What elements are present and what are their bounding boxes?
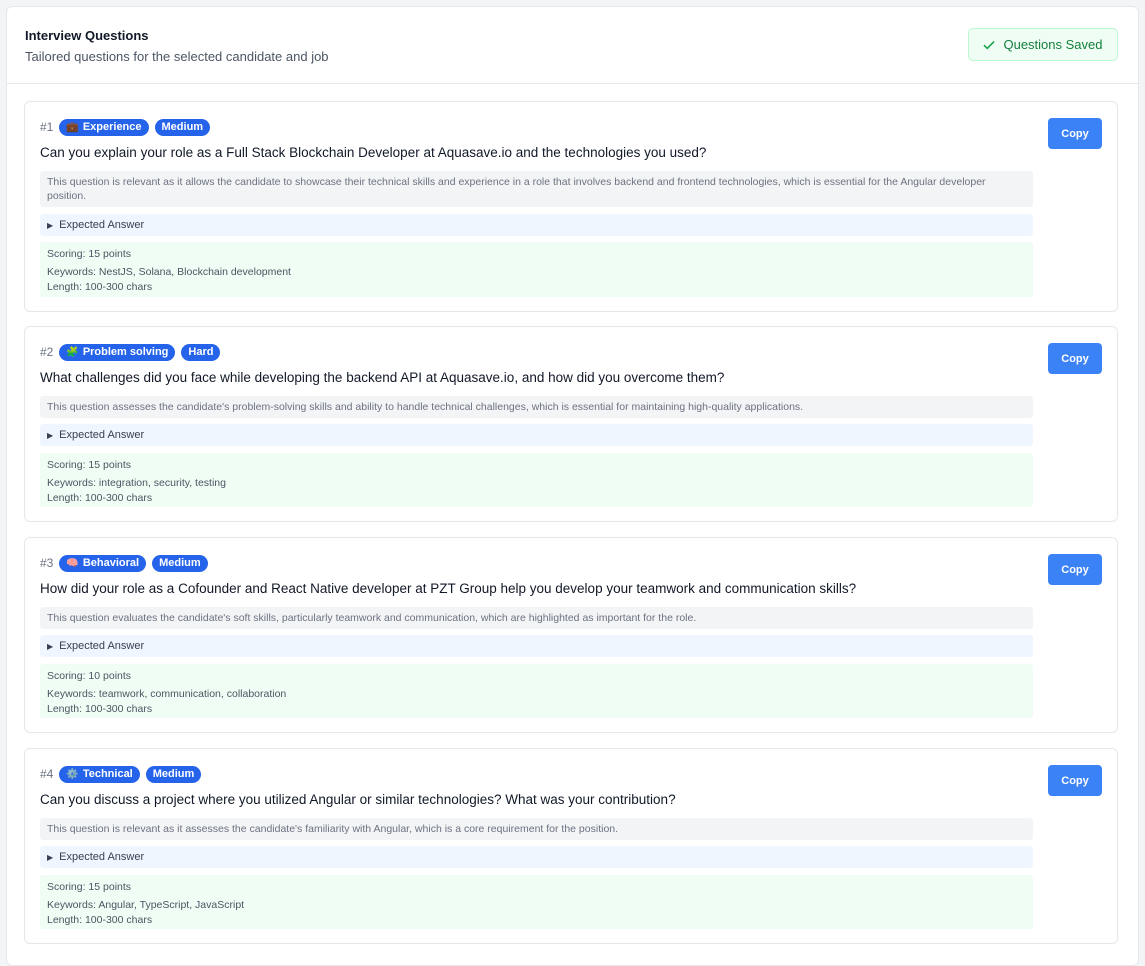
question-meta: #1 💼 Experience Medium <box>40 118 211 136</box>
scoring-length: Length: 100-300 chars <box>47 281 153 293</box>
panel-header: Interview Questions Tailored questions f… <box>7 7 1138 84</box>
expected-answer-label: Expected Answer <box>59 429 145 441</box>
difficulty-badge: Medium <box>154 118 211 136</box>
question-number: #3 <box>40 556 54 570</box>
caret-right-icon: ▶ <box>47 430 54 440</box>
caret-right-icon: ▶ <box>47 220 54 230</box>
scoring-keywords: Keywords: integration, security, testing <box>47 477 226 489</box>
question-rationale: This question is relevant as it assesses… <box>40 818 1033 840</box>
gear-icon: ⚙️ <box>66 768 79 780</box>
difficulty-badge: Medium <box>152 554 208 572</box>
copy-button[interactable]: Copy <box>1048 118 1102 149</box>
question-rationale: This question assesses the candidate's p… <box>40 396 1033 418</box>
copy-button[interactable]: Copy <box>1048 343 1102 374</box>
scoring-keywords: Keywords: NestJS, Solana, Blockchain dev… <box>47 266 291 278</box>
brain-icon: 🧠 <box>66 557 79 569</box>
question-text: How did your role as a Cofounder and Rea… <box>40 581 857 596</box>
question-meta: #2 🧩 Problem solving Hard <box>40 343 221 361</box>
scoring-points: Scoring: 15 points <box>47 248 132 260</box>
category-badge: 🧩 Problem solving <box>59 343 176 361</box>
copy-button[interactable]: Copy <box>1048 765 1102 796</box>
category-badge: ⚙️ Technical <box>59 765 140 783</box>
scoring-length: Length: 100-300 chars <box>47 703 153 715</box>
check-icon <box>983 40 996 50</box>
expected-answer-toggle[interactable]: ▶ Expected Answer <box>40 635 1033 657</box>
expected-answer-label: Expected Answer <box>59 219 145 231</box>
saved-label: Questions Saved <box>1003 37 1103 52</box>
expected-answer-label: Expected Answer <box>59 851 145 863</box>
scoring-points: Scoring: 15 points <box>47 881 132 893</box>
question-rationale: This question is relevant as it allows t… <box>40 171 1033 207</box>
caret-right-icon: ▶ <box>47 641 54 651</box>
question-card: #2 🧩 Problem solving Hard What challenges… <box>24 326 1118 522</box>
scoring-box: Scoring: 15 points Keywords: Angular, Ty… <box>40 875 1033 929</box>
copy-button[interactable]: Copy <box>1048 554 1102 585</box>
scoring-keywords: Keywords: Angular, TypeScript, JavaScrip… <box>47 899 245 911</box>
question-card: #4 ⚙️ Technical Medium Can you discuss a … <box>24 748 1118 944</box>
question-meta: #4 ⚙️ Technical Medium <box>40 765 202 783</box>
expected-answer-toggle[interactable]: ▶ Expected Answer <box>40 214 1033 236</box>
question-meta: #3 🧠 Behavioral Medium <box>40 554 208 572</box>
scoring-points: Scoring: 15 points <box>47 459 132 471</box>
difficulty-badge: Medium <box>145 765 202 783</box>
page-subtitle: Tailored questions for the selected cand… <box>25 49 329 64</box>
question-text: Can you discuss a project where you util… <box>40 792 676 807</box>
caret-right-icon: ▶ <box>47 852 54 862</box>
briefcase-icon: 💼 <box>66 121 79 133</box>
scoring-box: Scoring: 15 points Keywords: integration… <box>40 453 1033 507</box>
category-badge: 🧠 Behavioral <box>59 554 147 572</box>
puzzle-icon: 🧩 <box>66 346 79 358</box>
category-badge: 💼 Experience <box>59 118 149 136</box>
question-rationale: This question evaluates the candidate's … <box>40 607 1033 629</box>
scoring-box: Scoring: 10 points Keywords: teamwork, c… <box>40 664 1033 718</box>
question-text: What challenges did you face while devel… <box>40 370 725 385</box>
question-card: #1 💼 Experience Medium Can you explain yo… <box>24 101 1118 312</box>
difficulty-badge: Hard <box>181 343 221 361</box>
scoring-length: Length: 100-300 chars <box>47 914 153 926</box>
question-number: #1 <box>40 120 54 134</box>
scoring-length: Length: 100-300 chars <box>47 492 153 504</box>
expected-answer-label: Expected Answer <box>59 640 145 652</box>
questions-saved-badge: Questions Saved <box>968 28 1118 61</box>
expected-answer-toggle[interactable]: ▶ Expected Answer <box>40 846 1033 868</box>
page-title: Interview Questions <box>25 28 149 43</box>
question-number: #4 <box>40 767 54 781</box>
question-text: Can you explain your role as a Full Stac… <box>40 145 707 160</box>
scoring-keywords: Keywords: teamwork, communication, colla… <box>47 688 287 700</box>
question-number: #2 <box>40 345 54 359</box>
question-card: #3 🧠 Behavioral Medium How did your role … <box>24 537 1118 733</box>
interview-questions-panel: Interview Questions Tailored questions f… <box>6 6 1139 966</box>
expected-answer-toggle[interactable]: ▶ Expected Answer <box>40 424 1033 446</box>
scoring-box: Scoring: 15 points Keywords: NestJS, Sol… <box>40 242 1033 297</box>
scoring-points: Scoring: 10 points <box>47 670 132 682</box>
